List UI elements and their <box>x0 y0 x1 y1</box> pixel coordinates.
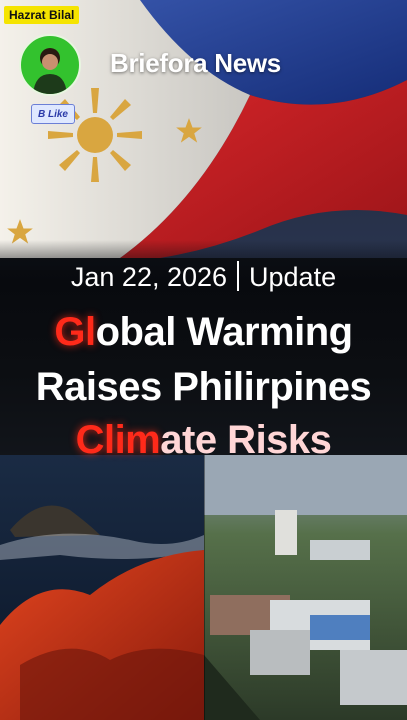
headline-line-2: Raises Philirpines <box>35 365 372 409</box>
channel-tag: Hazrat Bilal <box>4 6 80 24</box>
sun-icon <box>48 88 142 182</box>
star-icon <box>176 118 202 143</box>
headline-line-3: Climate Risks <box>0 418 407 463</box>
person-icon <box>33 48 67 94</box>
like-button[interactable]: B Like <box>31 104 75 124</box>
separator <box>237 260 240 291</box>
dateline: Jan 22, 2026 Update <box>0 260 407 294</box>
headline-line-1: Global Warming <box>0 310 407 355</box>
date-text: Jan 22, 2026 <box>70 262 228 292</box>
video-frame: Hazrat Bilal B Like Briefora News Jan 22… <box>0 0 407 720</box>
headline-text: ate Risks <box>160 418 332 462</box>
update-label: Update <box>249 262 337 292</box>
brand-title: Briefora News <box>110 48 281 78</box>
headline-text: obal Warming <box>95 310 353 354</box>
scenery-image <box>0 455 407 720</box>
headline-accent: Clim <box>75 418 161 462</box>
avatar[interactable] <box>19 34 81 96</box>
headline-accent: Gl <box>54 310 96 354</box>
